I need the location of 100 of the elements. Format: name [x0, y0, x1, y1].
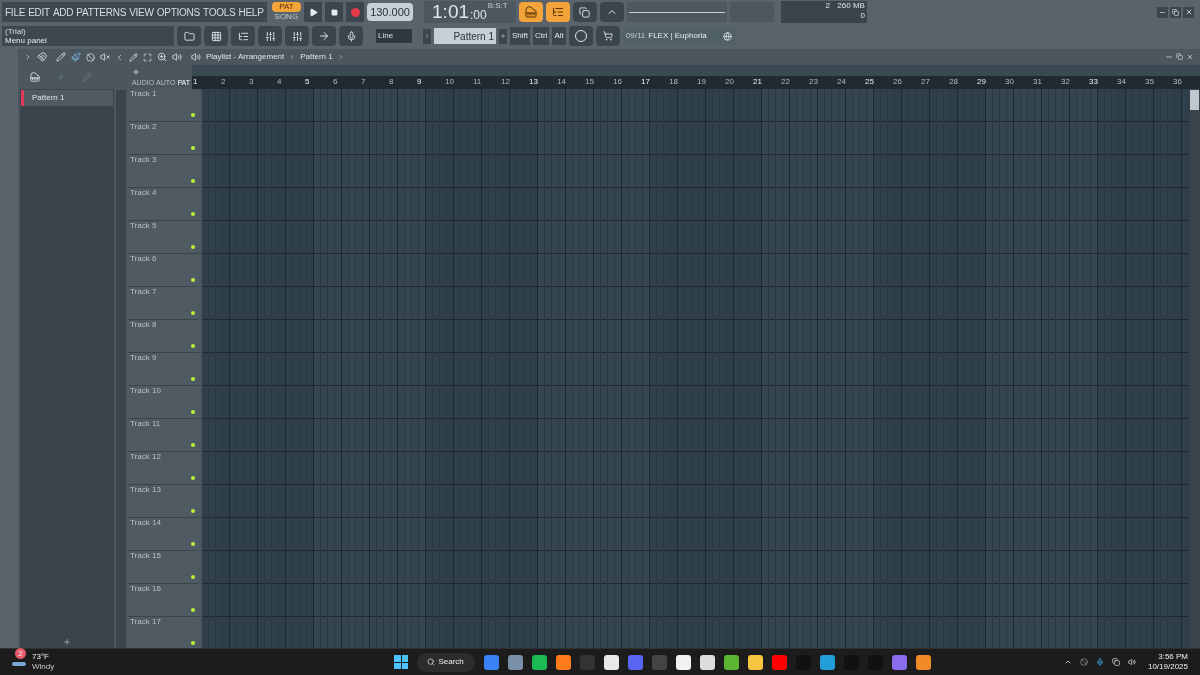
time-format-label: B:S:T	[487, 1, 508, 10]
bar-number: 13	[528, 76, 539, 88]
bar-number: 12	[500, 76, 511, 88]
track-name: Track 15	[130, 551, 162, 561]
menu-item[interactable]: VIEW	[129, 4, 154, 20]
track-header[interactable]: Track 4	[128, 188, 199, 221]
bar-number: 33	[1088, 76, 1099, 88]
hint-title: (Trial)	[5, 27, 27, 36]
track-name: Track 1	[130, 89, 158, 99]
track-header[interactable]: Track 9	[128, 353, 199, 386]
bar-number: 32	[1060, 76, 1071, 88]
weather-text: Windy	[32, 662, 55, 672]
bar-number: 30	[1004, 76, 1015, 88]
track-header[interactable]: Track 6	[128, 254, 199, 287]
bar-number: 5	[304, 76, 311, 88]
track-name: Track 16	[130, 584, 162, 594]
bar-number: 21	[752, 76, 763, 88]
track-header[interactable]: Track 14	[128, 518, 199, 551]
time-display: 1:01	[432, 1, 470, 23]
modifier-key-button[interactable]: Shift	[510, 27, 530, 45]
bar-number: 35	[1144, 76, 1155, 88]
playlist-breadcrumb[interactable]: Pattern 1	[300, 51, 333, 63]
news-panel[interactable]: 09/11 FLEX | Euphoria	[622, 27, 735, 45]
mode-toggle[interactable]: PAT	[271, 2, 302, 12]
track-header[interactable]: Track 7	[128, 287, 199, 320]
track-name: Track 11	[130, 419, 162, 429]
menu-item[interactable]: FILE	[5, 4, 26, 20]
track-header[interactable]: Track 17	[128, 617, 199, 648]
pattern-selector[interactable]: Pattern 1	[434, 28, 496, 44]
track-name: Track 4	[130, 188, 158, 198]
track-header[interactable]: Track 16	[128, 584, 199, 617]
bar-number: 22	[780, 76, 791, 88]
track-name: Track 7	[130, 287, 158, 297]
notification-badge: 2	[15, 648, 26, 659]
bar-number: 8	[388, 76, 395, 88]
timeline-ruler[interactable]: 1 2 3 4 5 6 7 8 9 10 11 12 13 14 15 16 17 18 19 20 21 22 23 24 25 26 27 28 29 30 31 32 33 34 35 36	[192, 76, 1200, 89]
track-name: Track 9	[130, 353, 158, 363]
track-header[interactable]: Track 13	[128, 485, 199, 518]
bar-number: 26	[892, 76, 903, 88]
menu-item[interactable]: OPTIONS	[156, 4, 200, 20]
bar-number: 7	[360, 76, 367, 88]
modifier-key-button[interactable]: Ctrl	[533, 27, 550, 45]
bar-number: 3	[248, 76, 255, 88]
bar-number: 24	[836, 76, 847, 88]
track-name: Track 6	[130, 254, 158, 264]
track-name: Track 17	[130, 617, 162, 627]
track-header[interactable]: Track 10	[128, 386, 199, 419]
memory-reading: 260 MB	[837, 1, 865, 11]
bar-number: 1	[192, 76, 199, 88]
bar-number: 15	[584, 76, 595, 88]
track-name: Track 5	[130, 221, 158, 231]
track-header[interactable]: Track 15	[128, 551, 199, 584]
playlist-title: Playlist - Arrangement	[206, 51, 285, 63]
menu-item[interactable]: TOOLS	[202, 4, 236, 20]
track-header[interactable]: Track 12	[128, 452, 199, 485]
bar-number: 14	[556, 76, 567, 88]
bar-number: 4	[276, 76, 283, 88]
modifier-key-button[interactable]: Alt	[552, 27, 566, 45]
bar-number: 19	[696, 76, 707, 88]
clock-date: 10/19/2025	[1147, 662, 1188, 672]
bar-number: 18	[668, 76, 679, 88]
bar-number: 31	[1032, 76, 1043, 88]
bar-number: 10	[444, 76, 455, 88]
track-header[interactable]: Track 8	[128, 320, 199, 353]
tempo-display[interactable]: 130.000	[367, 3, 413, 21]
track-name: Track 14	[130, 518, 162, 528]
track-name: Track 12	[130, 452, 162, 462]
track-name: Track 10	[130, 386, 162, 396]
polyphony-reading: 0	[860, 11, 865, 21]
track-header[interactable]: Track 11	[128, 419, 199, 452]
menu-item[interactable]: EDIT	[28, 4, 50, 20]
bar-number: 20	[724, 76, 735, 88]
menu-item[interactable]: PATTERNS	[76, 4, 127, 20]
track-name: Track 13	[130, 485, 162, 495]
bar-number: 34	[1116, 76, 1127, 88]
bar-number: 2	[220, 76, 227, 88]
bar-number: 11	[472, 76, 483, 88]
bar-number: 27	[920, 76, 931, 88]
mode-toggle[interactable]: SONG	[271, 12, 302, 22]
bar-number: 23	[808, 76, 819, 88]
track-name: Track 2	[130, 122, 158, 132]
track-header[interactable]: Track 5	[128, 221, 199, 254]
bar-number: 36	[1172, 76, 1183, 88]
bar-number: 28	[948, 76, 959, 88]
cpu-reading: 2	[824, 1, 831, 12]
track-header[interactable]: Track 2	[128, 122, 199, 155]
picker-item[interactable]: Pattern 1	[21, 90, 113, 106]
menu-item[interactable]: HELP	[238, 4, 264, 20]
track-header[interactable]: Track 3	[128, 155, 199, 188]
track-header[interactable]: Track 1	[128, 89, 199, 122]
search-box[interactable]: Search	[417, 652, 476, 672]
snap-dropdown[interactable]: Line	[376, 29, 412, 43]
bar-number: 17	[640, 76, 651, 88]
menu-item[interactable]: ADD	[52, 4, 74, 20]
bar-number: 9	[416, 76, 423, 88]
temperature: 73°F	[32, 652, 50, 662]
track-name: Track 8	[130, 320, 158, 330]
time-ticks: :00	[470, 7, 487, 23]
bar-number: 25	[864, 76, 875, 88]
clock-time: 3:56 PM	[1158, 652, 1188, 662]
